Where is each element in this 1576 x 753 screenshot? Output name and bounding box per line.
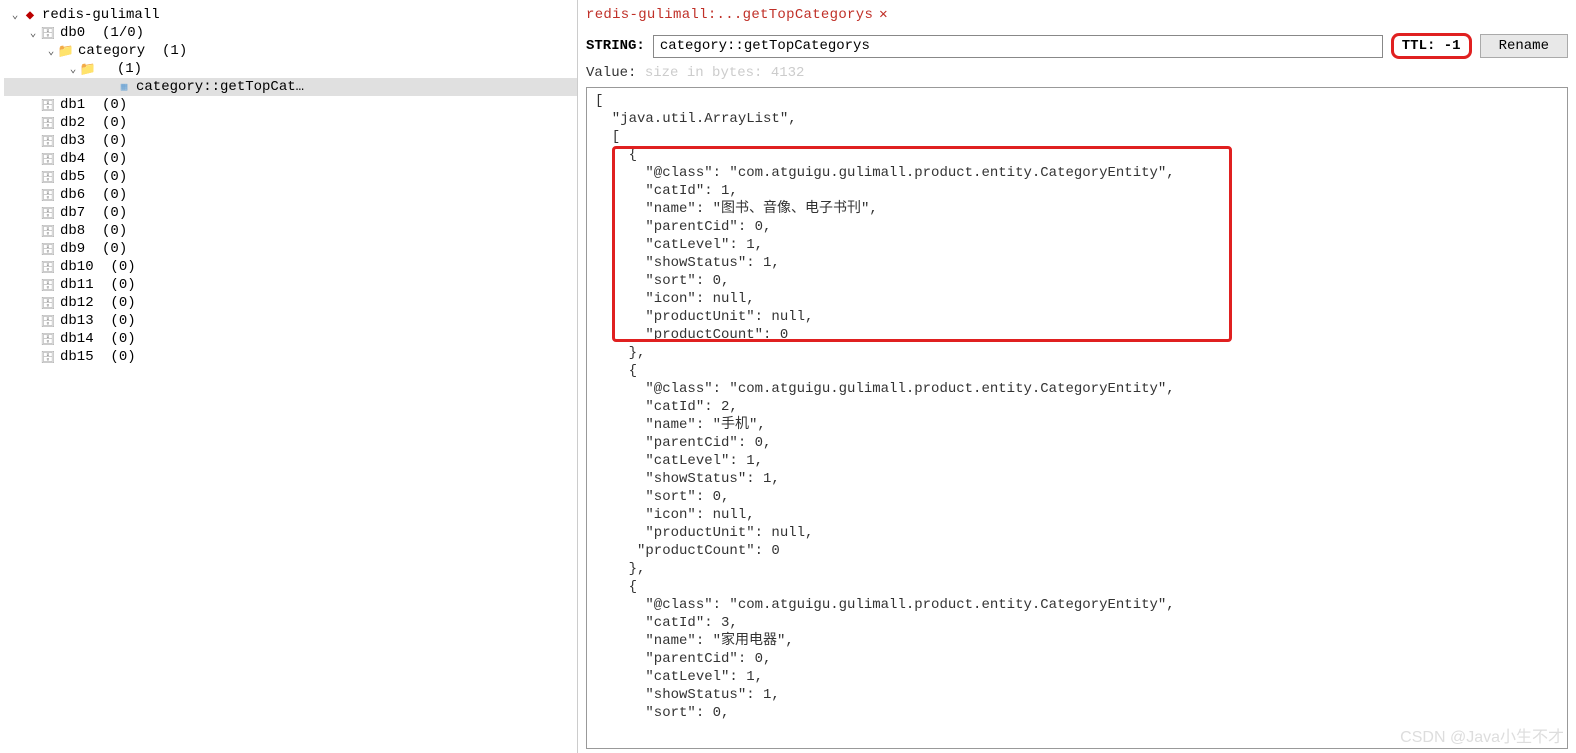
tree-node-db[interactable]: 🗄db8 (0) (4, 222, 577, 240)
value-text: [ "java.util.ArrayList", [ { "@class": "… (595, 93, 1175, 721)
chevron-down-icon: ⌄ (8, 8, 22, 22)
tree-count: (1) (162, 43, 187, 59)
tree-count: (0) (110, 259, 135, 275)
tree-panel: ⌄ ◆ redis-gulimall ⌄ 🗄 db0 (1/0) ⌄ 📁 cat… (0, 0, 578, 753)
database-icon: 🗄 (40, 187, 56, 203)
tree-label: db12 (60, 295, 94, 311)
tree-label: db6 (60, 187, 85, 203)
database-icon: 🗄 (40, 349, 56, 365)
key-name-input[interactable] (653, 35, 1383, 58)
value-size-line: Value: size in bytes: 4132 (578, 61, 1576, 87)
database-icon: 🗄 (40, 151, 56, 167)
database-icon: 🗄 (40, 205, 56, 221)
tree-label: (1) (117, 61, 142, 77)
database-icon: 🗄 (40, 313, 56, 329)
tree-node-db[interactable]: 🗄db2 (0) (4, 114, 577, 132)
tree-count: (0) (102, 169, 127, 185)
database-icon: 🗄 (40, 133, 56, 149)
tree-node-db[interactable]: 🗄db1 (0) (4, 96, 577, 114)
tree-label: db4 (60, 151, 85, 167)
tree-count: (1/0) (102, 25, 144, 41)
key-meta-row: STRING: TTL: -1 Rename (578, 27, 1576, 61)
tree-node-db[interactable]: 🗄db10 (0) (4, 258, 577, 276)
close-icon[interactable]: ✕ (879, 6, 887, 23)
tree-label: db15 (60, 349, 94, 365)
database-icon: 🗄 (40, 241, 56, 257)
tree-label: db2 (60, 115, 85, 131)
type-label: STRING: (586, 38, 645, 54)
tree-label: db14 (60, 331, 94, 347)
detail-panel: redis-gulimall:...getTopCategorys ✕ STRI… (578, 0, 1576, 753)
tree-node-db[interactable]: 🗄db11 (0) (4, 276, 577, 294)
chevron-down-icon: ⌄ (26, 26, 40, 40)
folder-icon: 📁 (58, 43, 74, 59)
tree-label: db9 (60, 241, 85, 257)
tree-label: category::getTopCat… (136, 79, 304, 95)
tree-node-db[interactable]: 🗄db7 (0) (4, 204, 577, 222)
tree-label: db10 (60, 259, 94, 275)
tree-count: (0) (102, 205, 127, 221)
folder-icon: 📁 (80, 61, 96, 77)
database-icon: 🗄 (40, 277, 56, 293)
tree-node-db[interactable]: 🗄db9 (0) (4, 240, 577, 258)
tree-node-subfolder[interactable]: ⌄ 📁 (1) (4, 60, 577, 78)
tree-count: (0) (110, 331, 135, 347)
database-icon: 🗄 (40, 259, 56, 275)
tree-label: db1 (60, 97, 85, 113)
value-label: Value: (586, 65, 636, 81)
tree-label: db11 (60, 277, 94, 293)
tree-label: db13 (60, 313, 94, 329)
tree-count: (0) (110, 295, 135, 311)
tree-node-db[interactable]: 🗄db6 (0) (4, 186, 577, 204)
tree-node-db[interactable]: 🗄db14 (0) (4, 330, 577, 348)
tree-label: db0 (60, 25, 85, 41)
key-icon: ▦ (116, 79, 132, 95)
chevron-down-icon: ⌄ (66, 62, 80, 76)
tab-title[interactable]: redis-gulimall:...getTopCategorys (586, 7, 873, 23)
tree-count: (0) (102, 187, 127, 203)
tree-node-category[interactable]: ⌄ 📁 category (1) (4, 42, 577, 60)
ttl-display[interactable]: TTL: -1 (1391, 33, 1472, 59)
tree-count: (0) (110, 313, 135, 329)
tree-count: (0) (102, 115, 127, 131)
tree-label: redis-gulimall (42, 7, 160, 23)
chevron-down-icon: ⌄ (44, 44, 58, 58)
tree-count: (0) (110, 349, 135, 365)
tree-node-db[interactable]: 🗄db3 (0) (4, 132, 577, 150)
tree-node-connection[interactable]: ⌄ ◆ redis-gulimall (4, 6, 577, 24)
watermark: CSDN @Java小生不才 (1400, 723, 1564, 747)
database-icon: 🗄 (40, 223, 56, 239)
tab-bar: redis-gulimall:...getTopCategorys ✕ (578, 0, 1576, 27)
tree-node-db[interactable]: 🗄db15 (0) (4, 348, 577, 366)
tree-count: (0) (110, 277, 135, 293)
tree-count: (0) (102, 241, 127, 257)
tree-node-key[interactable]: ▦ category::getTopCat… (4, 78, 577, 96)
database-icon: 🗄 (40, 331, 56, 347)
tree-count: (0) (102, 133, 127, 149)
tree-count: (0) (102, 97, 127, 113)
value-viewer[interactable]: [ "java.util.ArrayList", [ { "@class": "… (586, 87, 1568, 749)
tree-label: category (78, 43, 145, 59)
database-icon: 🗄 (40, 169, 56, 185)
database-icon: 🗄 (40, 25, 56, 41)
tree-label: db8 (60, 223, 85, 239)
tree-node-db[interactable]: 🗄db13 (0) (4, 312, 577, 330)
tree-count: (0) (102, 223, 127, 239)
tree-node-db[interactable]: 🗄db5 (0) (4, 168, 577, 186)
tree-count: (0) (102, 151, 127, 167)
tree-node-db0[interactable]: ⌄ 🗄 db0 (1/0) (4, 24, 577, 42)
tree-label: db3 (60, 133, 85, 149)
database-icon: 🗄 (40, 97, 56, 113)
database-icon: 🗄 (40, 115, 56, 131)
tree-node-db[interactable]: 🗄db4 (0) (4, 150, 577, 168)
tree-label: db5 (60, 169, 85, 185)
rename-button[interactable]: Rename (1480, 34, 1568, 58)
tree-label: db7 (60, 205, 85, 221)
redis-icon: ◆ (22, 7, 38, 23)
size-label: size in bytes: 4132 (645, 65, 805, 81)
database-icon: 🗄 (40, 295, 56, 311)
tree-node-db[interactable]: 🗄db12 (0) (4, 294, 577, 312)
